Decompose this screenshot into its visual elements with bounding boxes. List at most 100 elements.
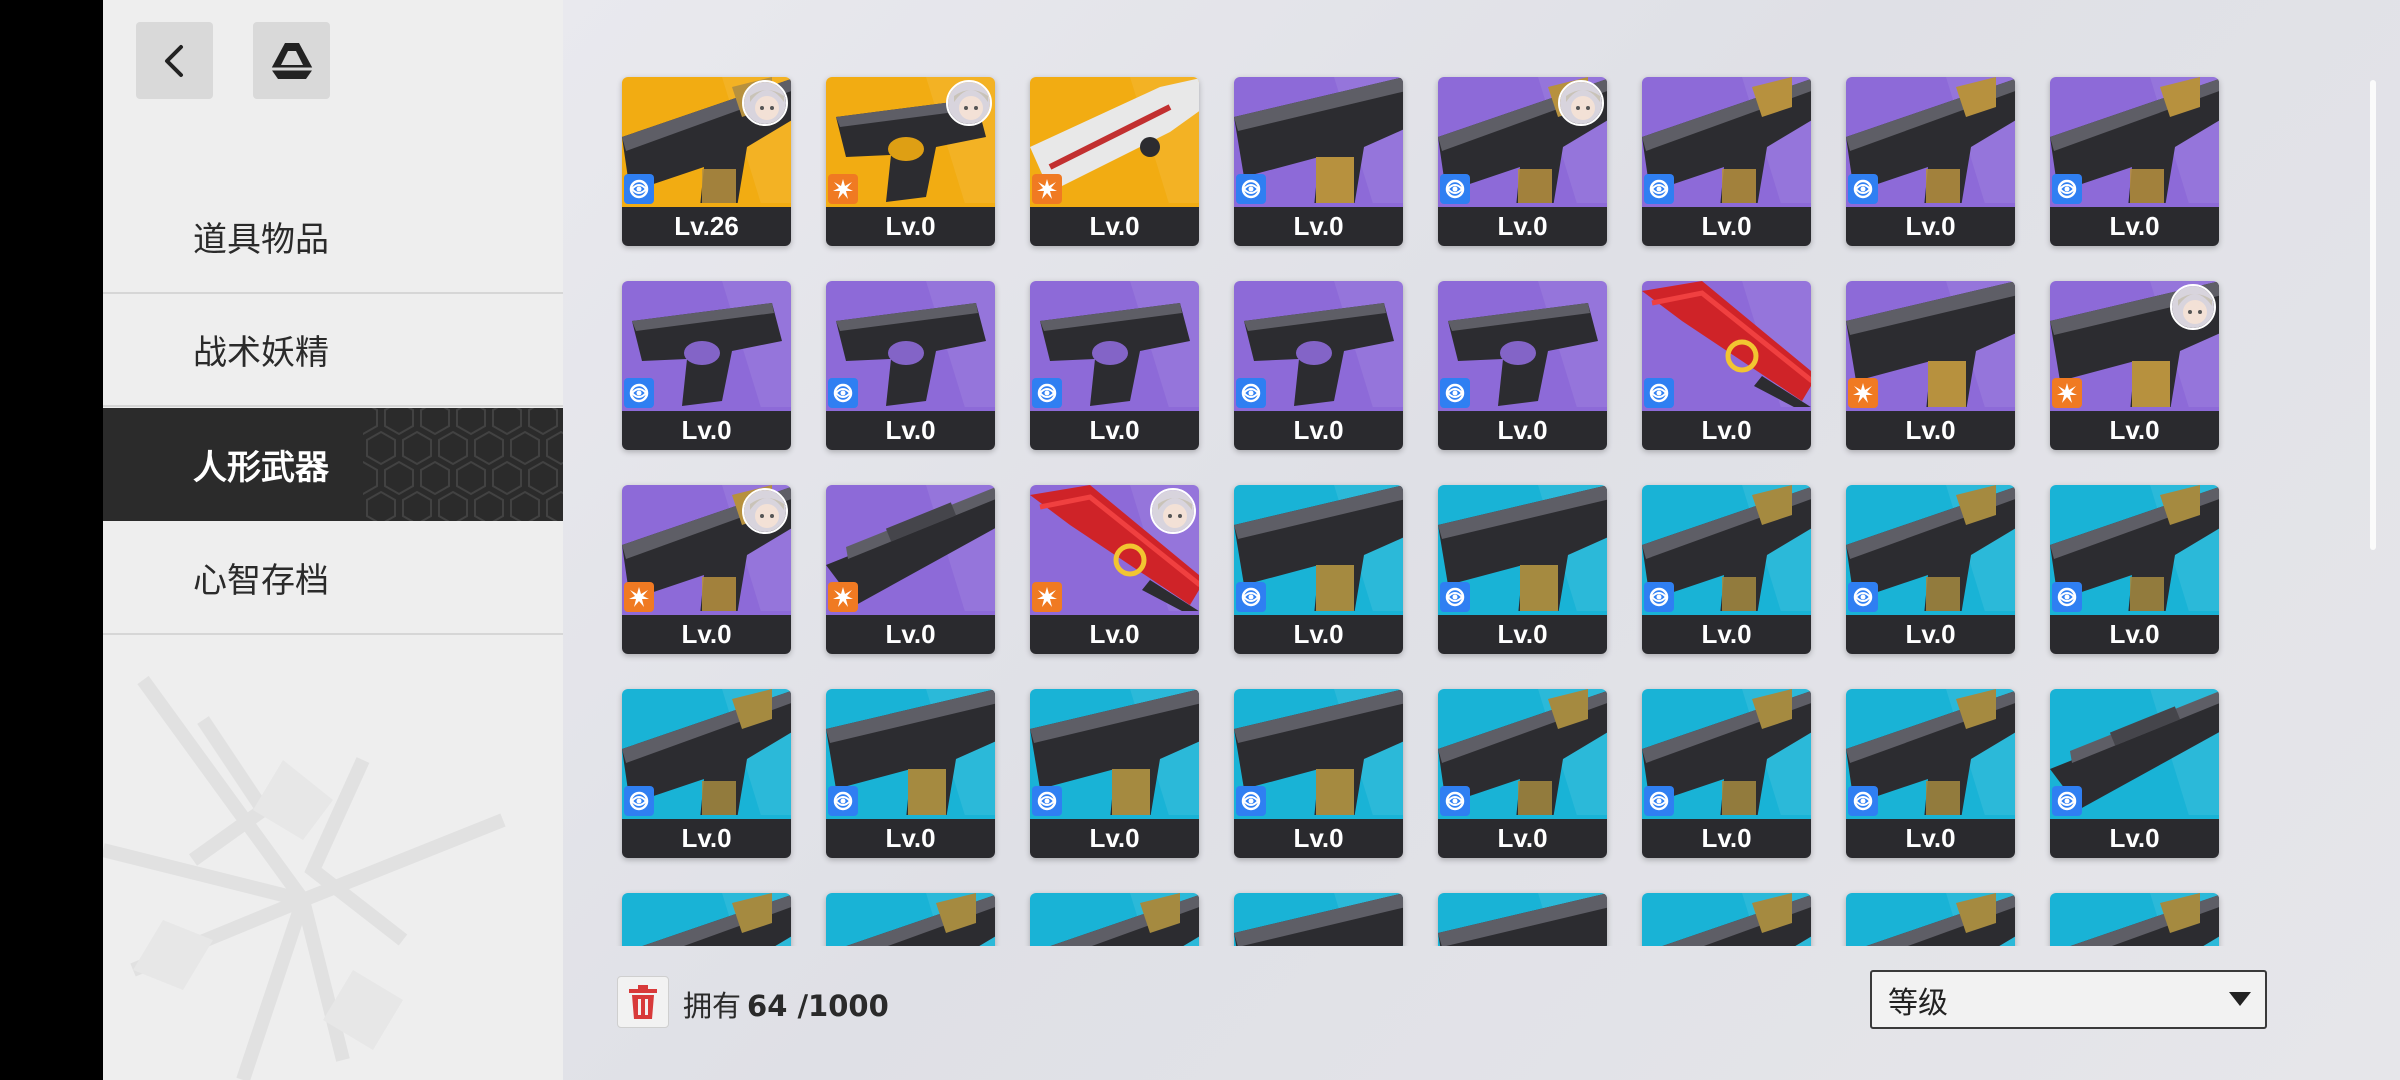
weapon-card[interactable]: Lv.0 bbox=[1846, 77, 2015, 246]
weapon-card[interactable]: Lv.0 bbox=[1642, 485, 1811, 654]
weapon-level: Lv.0 bbox=[1234, 615, 1403, 654]
back-button[interactable] bbox=[136, 22, 213, 99]
weapon-card[interactable] bbox=[2050, 893, 2219, 946]
freeze-element-icon bbox=[2052, 582, 2082, 612]
freeze-element-icon bbox=[1644, 174, 1674, 204]
sort-select[interactable]: 等级 bbox=[1870, 970, 2267, 1029]
weapon-level: Lv.0 bbox=[1846, 207, 2015, 246]
freeze-element-icon bbox=[1644, 582, 1674, 612]
snowflake-decoration-icon bbox=[103, 675, 506, 1080]
weapon-card[interactable] bbox=[1234, 893, 1403, 946]
weapon-level: Lv.0 bbox=[826, 207, 995, 246]
sidebar-item[interactable]: 道具物品 bbox=[103, 181, 563, 294]
weapon-card[interactable]: Lv.0 bbox=[622, 281, 791, 450]
dropdown-arrow-icon bbox=[2229, 992, 2251, 1006]
weapon-level: Lv.0 bbox=[1234, 411, 1403, 450]
weapon-card[interactable] bbox=[1030, 893, 1199, 946]
weapon-card[interactable]: Lv.0 bbox=[2050, 485, 2219, 654]
weapon-level: Lv.0 bbox=[1234, 207, 1403, 246]
weapon-card[interactable]: Lv.0 bbox=[622, 485, 791, 654]
weapon-card[interactable]: Lv.0 bbox=[1234, 281, 1403, 450]
sidebar-item-label: 战术妖精 bbox=[193, 333, 329, 373]
weapon-card[interactable]: Lv.0 bbox=[1438, 485, 1607, 654]
character-avatar bbox=[1150, 488, 1196, 534]
freeze-element-icon bbox=[1644, 786, 1674, 816]
scrollbar[interactable] bbox=[2370, 80, 2376, 550]
weapon-card[interactable]: Lv.0 bbox=[2050, 281, 2219, 450]
weapon-card[interactable]: Lv.0 bbox=[1234, 485, 1403, 654]
weapon-card[interactable]: Lv.0 bbox=[1642, 281, 1811, 450]
hex-pattern-icon bbox=[363, 408, 563, 521]
weapon-card[interactable] bbox=[1642, 893, 1811, 946]
owned-count: 拥有 64 /1000 bbox=[683, 983, 889, 1025]
sidebar-item[interactable]: 人形武器 bbox=[103, 408, 563, 521]
burn-element-icon bbox=[1032, 174, 1062, 204]
weapon-card[interactable]: Lv.0 bbox=[2050, 77, 2219, 246]
sidebar-item[interactable]: 战术妖精 bbox=[103, 294, 563, 407]
weapon-level: Lv.0 bbox=[622, 615, 791, 654]
weapon-level: Lv.0 bbox=[622, 819, 791, 858]
weapon-card[interactable]: Lv.0 bbox=[622, 689, 791, 858]
sidebar-item-label: 道具物品 bbox=[193, 220, 329, 260]
rifle-icon bbox=[826, 893, 995, 946]
weapon-card[interactable]: Lv.0 bbox=[1438, 281, 1607, 450]
sidebar-item-label: 人形武器 bbox=[193, 448, 329, 488]
weapon-card[interactable]: Lv.0 bbox=[1438, 689, 1607, 858]
weapon-card[interactable]: Lv.0 bbox=[1642, 77, 1811, 246]
weapon-card[interactable]: Lv.0 bbox=[826, 281, 995, 450]
weapon-card[interactable]: Lv.0 bbox=[826, 689, 995, 858]
weapon-card[interactable]: Lv.0 bbox=[826, 485, 995, 654]
weapon-card[interactable]: Lv.0 bbox=[1234, 77, 1403, 246]
weapon-card[interactable]: Lv.0 bbox=[1846, 485, 2015, 654]
trash-icon bbox=[629, 985, 657, 1019]
weapon-card[interactable]: Lv.0 bbox=[1030, 485, 1199, 654]
weapon-card[interactable]: Lv.0 bbox=[1030, 77, 1199, 246]
drive-icon bbox=[270, 42, 313, 79]
freeze-element-icon bbox=[1848, 582, 1878, 612]
weapon-card[interactable]: Lv.0 bbox=[1234, 689, 1403, 858]
weapon-card[interactable]: Lv.0 bbox=[1438, 77, 1607, 246]
burn-element-icon bbox=[624, 582, 654, 612]
delete-button[interactable] bbox=[617, 976, 669, 1028]
weapon-level: Lv.0 bbox=[2050, 411, 2219, 450]
weapon-card[interactable] bbox=[1438, 893, 1607, 946]
weapon-level: Lv.0 bbox=[1846, 411, 2015, 450]
weapon-card[interactable]: Lv.0 bbox=[826, 77, 995, 246]
weapon-level: Lv.0 bbox=[1642, 207, 1811, 246]
freeze-element-icon bbox=[1236, 786, 1266, 816]
weapon-level: Lv.0 bbox=[622, 411, 791, 450]
drive-button[interactable] bbox=[253, 22, 330, 99]
owned-label: 拥有 bbox=[683, 989, 742, 1023]
freeze-element-icon bbox=[1440, 174, 1470, 204]
freeze-element-icon bbox=[1440, 378, 1470, 408]
weapon-card[interactable]: Lv.0 bbox=[1846, 689, 2015, 858]
weapon-card[interactable]: Lv.0 bbox=[2050, 689, 2219, 858]
main-panel: Lv.26 Lv.0 Lv.0 Lv.0 Lv.0 Lv.0 Lv.0 Lv.0… bbox=[563, 0, 2400, 1080]
weapon-level: Lv.0 bbox=[2050, 615, 2219, 654]
freeze-element-icon bbox=[1644, 378, 1674, 408]
sidebar-item[interactable]: 心智存档 bbox=[103, 522, 563, 635]
weapon-card[interactable]: Lv.26 bbox=[622, 77, 791, 246]
weapon-card[interactable]: Lv.0 bbox=[1642, 689, 1811, 858]
weapon-level: Lv.0 bbox=[1642, 615, 1811, 654]
owned-value: 64 /1000 bbox=[747, 989, 889, 1023]
rifle-icon bbox=[1030, 893, 1199, 946]
freeze-element-icon bbox=[828, 378, 858, 408]
freeze-element-icon bbox=[1848, 174, 1878, 204]
freeze-element-icon bbox=[828, 786, 858, 816]
weapon-card[interactable] bbox=[622, 893, 791, 946]
weapon-level: Lv.0 bbox=[1642, 411, 1811, 450]
weapon-card[interactable] bbox=[1846, 893, 2015, 946]
weapon-card[interactable] bbox=[826, 893, 995, 946]
sort-value: 等级 bbox=[1888, 985, 1948, 1021]
character-avatar bbox=[2170, 284, 2216, 330]
freeze-element-icon bbox=[2052, 174, 2082, 204]
weapon-level: Lv.0 bbox=[1030, 207, 1199, 246]
sidebar: 道具物品战术妖精人形武器心智存档 bbox=[103, 0, 563, 1080]
weapon-level: Lv.0 bbox=[2050, 207, 2219, 246]
weapon-card[interactable]: Lv.0 bbox=[1030, 689, 1199, 858]
weapon-level: Lv.0 bbox=[1438, 411, 1607, 450]
weapon-card[interactable]: Lv.0 bbox=[1030, 281, 1199, 450]
weapon-card[interactable]: Lv.0 bbox=[1846, 281, 2015, 450]
weapon-level: Lv.0 bbox=[1030, 615, 1199, 654]
